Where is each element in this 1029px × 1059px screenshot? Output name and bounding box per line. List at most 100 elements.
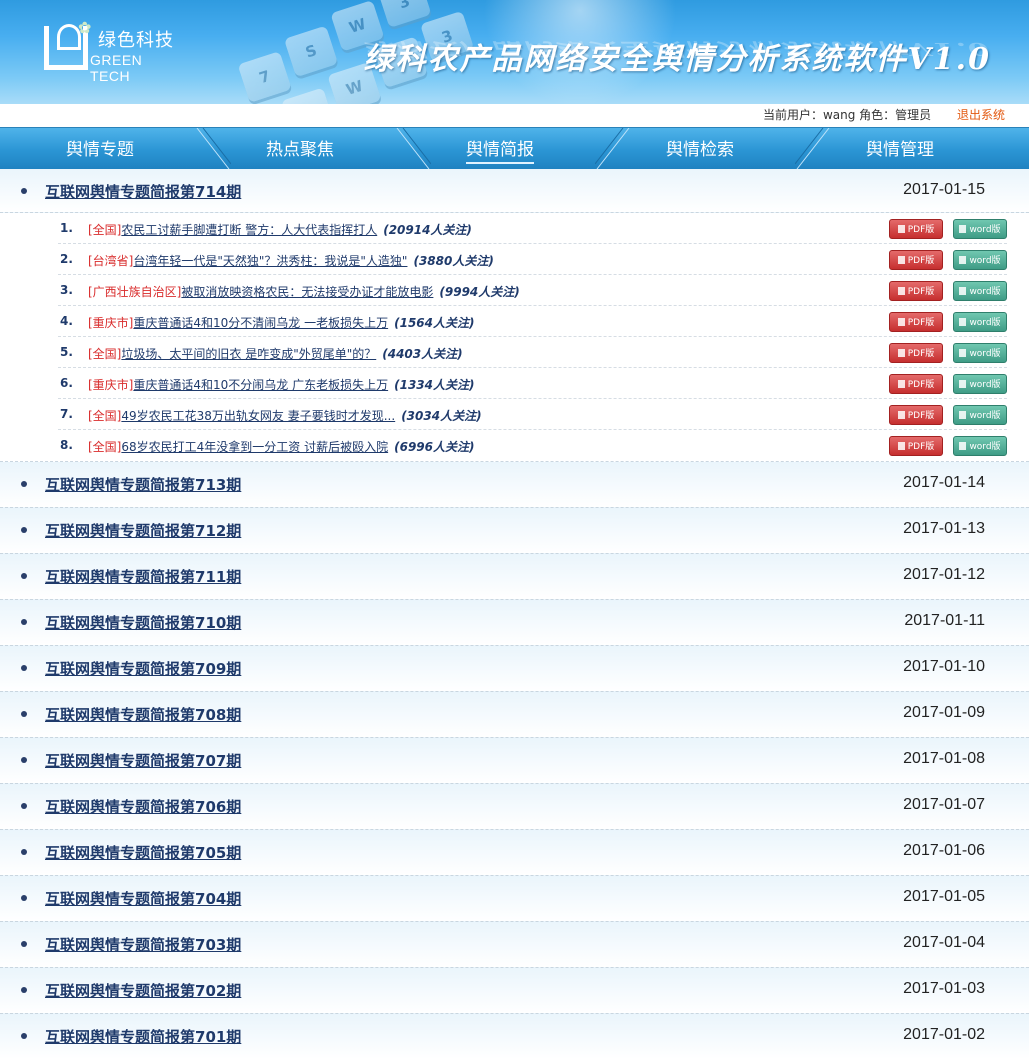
bullet-icon (21, 665, 27, 671)
pdf-download-button[interactable]: PDF版 (889, 281, 943, 301)
bullet-icon (21, 849, 27, 855)
briefing-date: 2017-01-12 (903, 566, 985, 583)
pdf-download-button[interactable]: PDF版 (889, 405, 943, 425)
article-region: [全国] (88, 409, 122, 423)
article-text: [台湾省]台湾年轻一代是"天然独"？洪秀柱：我说是"人造独" (3880人关注) (88, 252, 494, 269)
briefing-date: 2017-01-04 (903, 934, 985, 951)
word-button-label: word版 (969, 380, 1001, 390)
pdf-icon (897, 287, 905, 295)
bullet-icon (21, 987, 27, 993)
word-icon (959, 318, 967, 326)
article-headline-link[interactable]: 重庆普通话4和10不分闹乌龙 广东老板损失上万 (133, 378, 388, 392)
article-row: 7. [全国]49岁农民工花38万出轨女网友 妻子要钱时才发现... (3034人关… (58, 399, 1007, 430)
article-headline-link[interactable]: 垃圾场、太平间的旧衣 是咋变成"外贸尾单"的？ (121, 347, 376, 361)
article-headline-link[interactable]: 68岁农民打工4年没拿到一分工资 讨薪后被殴入院 (121, 440, 388, 454)
briefing-date: 2017-01-08 (903, 750, 985, 767)
briefing-title-link[interactable]: 互联网舆情专题简报第709期 (45, 658, 241, 679)
nav-divider (795, 128, 831, 169)
pdf-button-label: PDF版 (907, 349, 935, 359)
article-headline-link[interactable]: 农民工讨薪手脚遭打断 警方：人大代表指挥打人 (121, 223, 377, 237)
pdf-button-label: PDF版 (907, 256, 935, 266)
pdf-icon (897, 349, 905, 357)
word-download-button[interactable]: word版 (953, 436, 1007, 456)
pdf-download-button[interactable]: PDF版 (889, 312, 943, 332)
pdf-icon (897, 256, 905, 264)
word-button-label: word版 (969, 411, 1001, 421)
main-nav: 舆情专题 热点聚焦 舆情简报 舆情检索 舆情管理 (0, 127, 1029, 169)
article-region: [重庆市] (88, 378, 134, 392)
word-download-button[interactable]: word版 (953, 219, 1007, 239)
pdf-download-button[interactable]: PDF版 (889, 343, 943, 363)
header-banner: 7 S W 3 W 3 ✿ 绿色科技 GREEN TECH 绿科农产品网络安全舆… (0, 0, 1029, 104)
current-user-info: 当前用户：wang 角色：管理员 (762, 108, 932, 122)
briefing-item-expanded: 互联网舆情专题简报第714期 2017-01-15 (0, 169, 1029, 213)
briefing-title-link[interactable]: 互联网舆情专题简报第713期 (45, 474, 241, 495)
pdf-button-label: PDF版 (907, 411, 935, 421)
article-headline-link[interactable]: 重庆普通话4和10分不清闹乌龙 一老板损失上万 (133, 316, 388, 330)
article-region: [全国] (88, 440, 122, 454)
briefing-date: 2017-01-02 (903, 1026, 985, 1043)
briefing-title-link[interactable]: 互联网舆情专题简报第706期 (45, 796, 241, 817)
pdf-download-button[interactable]: PDF版 (889, 436, 943, 456)
briefing-title-link[interactable]: 互联网舆情专题简报第705期 (45, 842, 241, 863)
briefing-title-link[interactable]: 互联网舆情专题简报第703期 (45, 934, 241, 955)
pdf-button-label: PDF版 (907, 225, 935, 235)
nav-item-topics[interactable]: 舆情专题 (0, 128, 200, 169)
pdf-icon (897, 442, 905, 450)
word-download-button[interactable]: word版 (953, 312, 1007, 332)
article-number: 7. (60, 407, 73, 421)
briefing-item: 互联网舆情专题简报第705期 2017-01-06 (0, 830, 1029, 876)
bullet-icon (21, 619, 27, 625)
article-follow-count: (9994人关注) (439, 285, 520, 299)
briefing-date: 2017-01-15 (903, 181, 985, 198)
bullet-icon (21, 573, 27, 579)
tree-icon: ✿ (78, 18, 92, 37)
briefing-item: 互联网舆情专题简报第710期 2017-01-11 (0, 600, 1029, 646)
article-text: [广西壮族自治区]被取消放映资格农民：无法接受办证才能放电影 (9994人关注) (88, 283, 520, 300)
logout-link[interactable]: 退出系统 (957, 108, 1005, 122)
pdf-button-label: PDF版 (907, 287, 935, 297)
article-row: 8. [全国]68岁农民打工4年没拿到一分工资 讨薪后被殴入院 (6996人关注) P… (58, 430, 1007, 461)
briefing-title-link[interactable]: 互联网舆情专题简报第702期 (45, 980, 241, 1001)
nav-label: 热点聚焦 (266, 140, 334, 160)
bullet-icon (21, 895, 27, 901)
article-headline-link[interactable]: 被取消放映资格农民：无法接受办证才能放电影 (181, 285, 433, 299)
nav-divider (595, 128, 631, 169)
word-download-button[interactable]: word版 (953, 405, 1007, 425)
briefing-date: 2017-01-03 (903, 980, 985, 997)
pdf-download-button[interactable]: PDF版 (889, 374, 943, 394)
bullet-icon (21, 803, 27, 809)
word-download-button[interactable]: word版 (953, 250, 1007, 270)
briefing-item: 互联网舆情专题简报第702期 2017-01-03 (0, 968, 1029, 1014)
word-download-button[interactable]: word版 (953, 281, 1007, 301)
article-follow-count: (20914人关注) (383, 223, 472, 237)
word-download-button[interactable]: word版 (953, 374, 1007, 394)
system-title-reflection: 绿科农产品网络安全舆情分析系统软件V1.0 (363, 38, 991, 60)
briefing-title-link[interactable]: 互联网舆情专题简报第710期 (45, 612, 241, 633)
word-download-button[interactable]: word版 (953, 343, 1007, 363)
briefing-title-link[interactable]: 互联网舆情专题简报第707期 (45, 750, 241, 771)
briefing-title-link[interactable]: 互联网舆情专题简报第701期 (45, 1026, 241, 1047)
briefing-title-link[interactable]: 互联网舆情专题简报第714期 (45, 181, 241, 202)
briefing-item: 互联网舆情专题简报第713期 2017-01-14 (0, 462, 1029, 508)
word-icon (959, 442, 967, 450)
pdf-download-button[interactable]: PDF版 (889, 219, 943, 239)
briefing-date: 2017-01-13 (903, 520, 985, 537)
pdf-download-button[interactable]: PDF版 (889, 250, 943, 270)
article-headline-link[interactable]: 49岁农民工花38万出轨女网友 妻子要钱时才发现... (121, 409, 395, 423)
nav-divider (395, 128, 431, 169)
briefing-item: 互联网舆情专题简报第709期 2017-01-10 (0, 646, 1029, 692)
briefing-title-link[interactable]: 互联网舆情专题简报第708期 (45, 704, 241, 725)
nav-divider (195, 128, 231, 169)
article-follow-count: (3034人关注) (401, 409, 482, 423)
article-headline-link[interactable]: 台湾年轻一代是"天然独"？洪秀柱：我说是"人造独" (133, 254, 407, 268)
briefing-title-link[interactable]: 互联网舆情专题简报第704期 (45, 888, 241, 909)
article-region: [全国] (88, 223, 122, 237)
article-text: [全国]49岁农民工花38万出轨女网友 妻子要钱时才发现... (3034人关注) (88, 407, 482, 424)
article-text: [重庆市]重庆普通话4和10分不清闹乌龙 一老板损失上万 (1564人关注) (88, 314, 474, 331)
pdf-button-label: PDF版 (907, 442, 935, 452)
briefing-title-link[interactable]: 互联网舆情专题简报第712期 (45, 520, 241, 541)
article-follow-count: (3880人关注) (413, 254, 494, 268)
pdf-icon (897, 380, 905, 388)
briefing-title-link[interactable]: 互联网舆情专题简报第711期 (45, 566, 241, 587)
